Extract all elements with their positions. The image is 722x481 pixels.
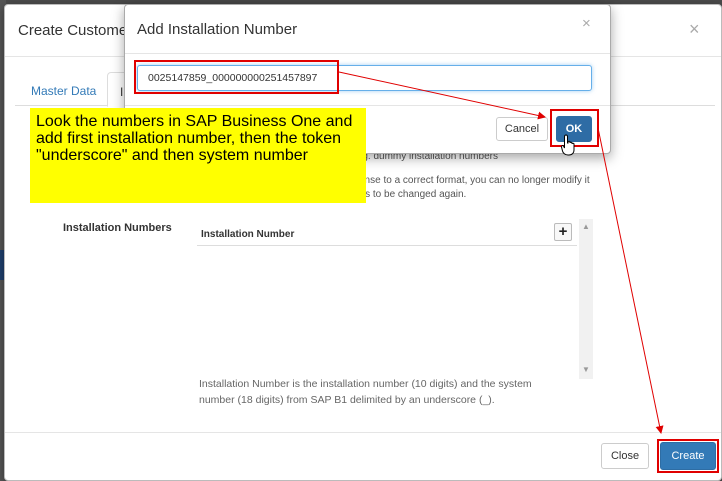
hand-cursor-icon <box>561 134 575 156</box>
instruction-callout: Look the numbers in SAP Business One and… <box>30 108 366 203</box>
help-text-line: has to be changed again. <box>354 189 467 200</box>
dialog-title: Create Customer <box>18 22 133 39</box>
dialog-footer-divider <box>5 432 721 433</box>
scroll-down-icon[interactable]: ▼ <box>582 365 590 374</box>
create-highlight-box <box>657 439 719 473</box>
close-icon[interactable]: × <box>689 19 700 40</box>
cancel-button[interactable]: Cancel <box>496 117 548 141</box>
table-header-divider <box>197 245 577 246</box>
dialog-footer-divider <box>125 105 610 106</box>
dialog-header: Add Installation Number × <box>125 5 610 54</box>
scroll-up-icon[interactable]: ▲ <box>582 222 590 231</box>
installation-footnote-line: Installation Number is the installation … <box>199 378 532 390</box>
help-text-line: cense to a correct format, you can no lo… <box>354 175 590 186</box>
dialog-title: Add Installation Number <box>137 21 298 38</box>
close-icon[interactable]: × <box>582 15 591 32</box>
input-highlight-box <box>134 60 339 94</box>
close-button[interactable]: Close <box>601 443 649 469</box>
installation-numbers-table: Installation Number + ▲ ▼ <box>197 219 593 379</box>
installation-numbers-label: Installation Numbers <box>63 222 172 234</box>
table-scrollbar[interactable]: ▲ ▼ <box>579 219 593 379</box>
installation-footnote-line: number (18 digits) from SAP B1 delimited… <box>199 394 495 406</box>
plus-icon[interactable]: + <box>554 223 572 241</box>
column-header-installation-number: Installation Number <box>201 229 295 240</box>
tab-master-data[interactable]: Master Data <box>17 72 110 106</box>
